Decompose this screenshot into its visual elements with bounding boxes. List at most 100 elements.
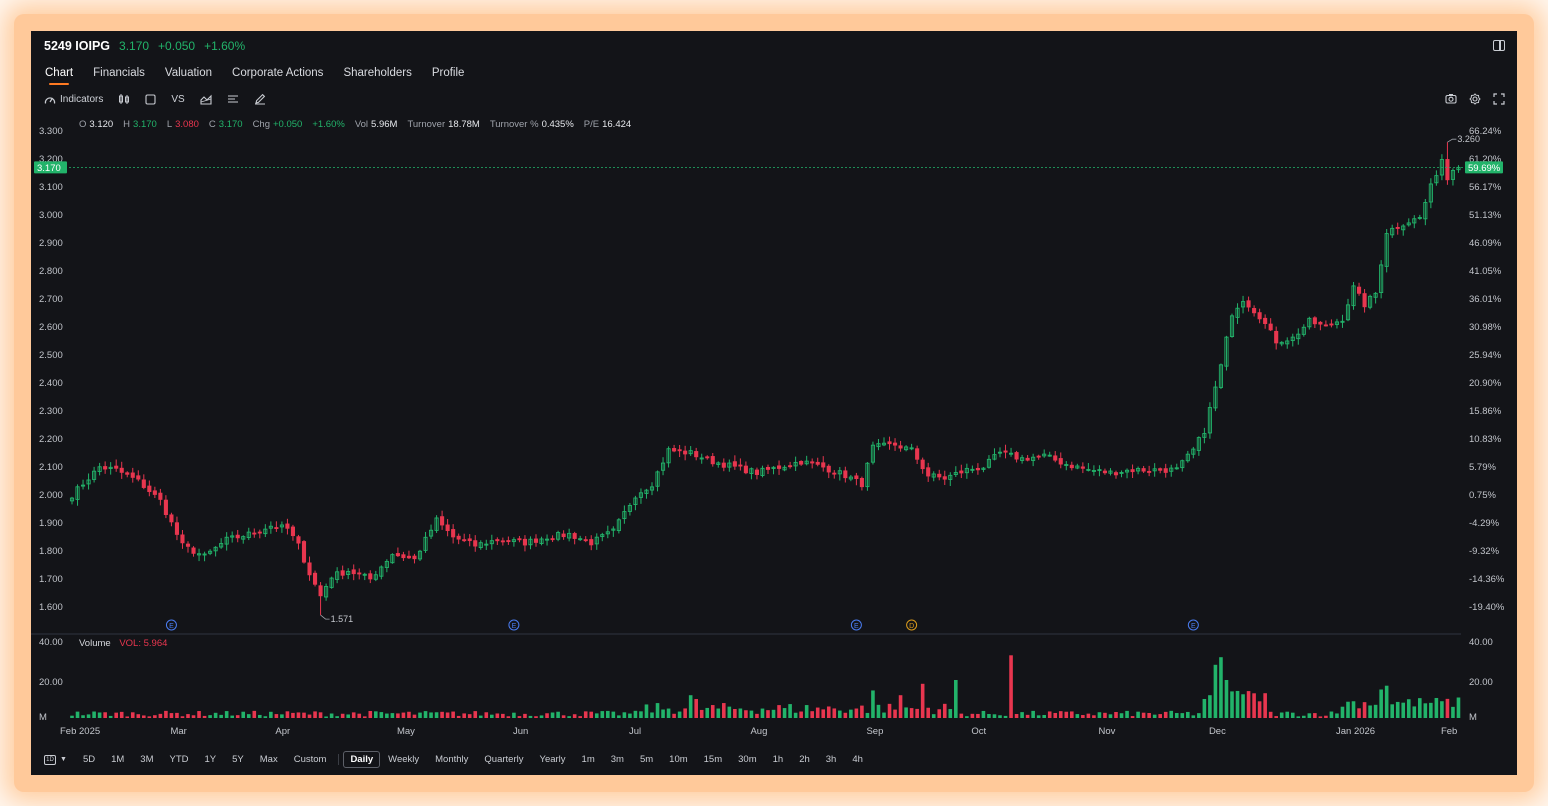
candle-body: [462, 539, 467, 542]
volume-bar: [379, 712, 384, 718]
volume-bar: [103, 712, 107, 718]
interval-3m[interactable]: 3m: [603, 754, 632, 765]
candle-body: [147, 485, 152, 493]
candle-body: [152, 490, 157, 495]
candle-body: [788, 465, 793, 468]
volume-bar: [749, 710, 754, 718]
candle-body: [1356, 286, 1362, 294]
candle-body: [677, 449, 682, 452]
period-quarterly[interactable]: Quarterly: [476, 754, 531, 765]
candle-body: [826, 465, 831, 473]
candle-body: [456, 535, 461, 540]
volume-bar: [1384, 685, 1389, 718]
volume-bar: [1324, 715, 1328, 718]
volume-bar: [213, 712, 218, 718]
x-axis-label: Feb 2025: [60, 726, 100, 737]
candle-body: [859, 477, 864, 488]
interval-3h[interactable]: 3h: [818, 754, 845, 765]
interval-4h[interactable]: 4h: [844, 754, 871, 765]
period-yearly[interactable]: Yearly: [531, 754, 573, 765]
interval-2h[interactable]: 2h: [791, 754, 818, 765]
volume-bar: [440, 711, 444, 718]
volume-bar: [959, 713, 964, 718]
volume-bar: [931, 714, 936, 718]
volume-bar: [202, 715, 207, 718]
range-ytd[interactable]: YTD: [162, 754, 197, 765]
range-3m[interactable]: 3M: [132, 754, 161, 765]
volume-bar: [1268, 711, 1273, 718]
candle-body: [125, 472, 130, 475]
percent-tick-label: -9.32%: [1469, 546, 1500, 557]
volume-bar: [948, 709, 953, 718]
volume-bar: [362, 716, 367, 718]
volume-bar: [418, 712, 422, 718]
interval-15m[interactable]: 15m: [696, 754, 730, 765]
volume-bar: [1014, 714, 1019, 718]
volume-bar: [197, 711, 201, 718]
interval-30m[interactable]: 30m: [730, 754, 764, 765]
range-5d[interactable]: 5D: [75, 754, 103, 765]
price-tick-label: 2.700: [39, 294, 63, 305]
volume-bar: [1423, 703, 1428, 718]
volume-bar: [246, 714, 251, 718]
interval-5m[interactable]: 5m: [632, 754, 661, 765]
price-tick-label: 1.600: [39, 602, 63, 613]
earnings-event-label: E: [1191, 623, 1196, 630]
candle-body: [1268, 323, 1273, 331]
interval-10m[interactable]: 10m: [661, 754, 695, 765]
volume-bar: [456, 715, 461, 718]
volume-bar: [1219, 657, 1223, 718]
candle-body: [1130, 469, 1135, 473]
volume-bar: [1208, 695, 1212, 718]
period-monthly[interactable]: Monthly: [427, 754, 476, 765]
last-price-tag-label: 3.170: [37, 163, 61, 174]
volume-bar: [324, 716, 328, 718]
volume-bar: [258, 714, 262, 718]
volume-bar: [1241, 694, 1245, 718]
volume-bar: [318, 712, 323, 718]
period-weekly[interactable]: Weekly: [380, 754, 427, 765]
volume-bar: [1368, 705, 1372, 718]
low-marker-line: [320, 614, 330, 620]
range-picker[interactable]: 1D ▼: [44, 754, 75, 765]
candle-body: [158, 492, 163, 500]
interval-1h[interactable]: 1h: [765, 754, 792, 765]
candle-body: [1395, 226, 1400, 229]
volume-bar: [1042, 715, 1046, 718]
interval-1m[interactable]: 1m: [574, 754, 603, 765]
price-chart[interactable]: 3.300 66.24%3.200 61.20%3.100 56.17%3.000 51…: [31, 31, 1517, 751]
volume-bar: [1302, 715, 1306, 718]
percent-tick-label: 25.94%: [1469, 350, 1502, 361]
range-1m[interactable]: 1M: [103, 754, 132, 765]
volume-tick-label-right: M: [1469, 712, 1477, 723]
volume-bar: [1108, 714, 1113, 718]
x-axis-label: Feb: [1441, 726, 1457, 737]
period-daily[interactable]: Daily: [343, 751, 381, 768]
candle-body: [440, 516, 445, 526]
volume-bar: [1103, 712, 1107, 718]
volume-bar: [1092, 715, 1096, 718]
candle-body: [174, 522, 180, 535]
volume-bar: [1313, 713, 1317, 718]
candle-body: [926, 467, 931, 477]
volume-bar: [1003, 715, 1008, 718]
volume-bar: [263, 716, 268, 718]
volume-bar: [815, 707, 820, 718]
volume-bar: [617, 715, 621, 718]
range-5y[interactable]: 5Y: [224, 754, 252, 765]
range-custom[interactable]: Custom: [286, 754, 335, 765]
volume-bar: [876, 704, 881, 718]
candle-body: [467, 538, 472, 542]
volume-bar: [230, 715, 234, 718]
range-max[interactable]: Max: [252, 754, 286, 765]
range-1y[interactable]: 1Y: [197, 754, 225, 765]
percent-tick-label: 20.90%: [1469, 378, 1502, 389]
volume-tick-label-right: 20.00: [1469, 677, 1493, 688]
volume-bar: [351, 712, 356, 718]
volume-bar: [136, 714, 141, 718]
candle-body: [506, 540, 511, 543]
volume-bar: [1169, 710, 1174, 718]
volume-bar: [909, 708, 914, 718]
volume-bar: [998, 715, 1002, 718]
volume-bar: [92, 711, 96, 718]
